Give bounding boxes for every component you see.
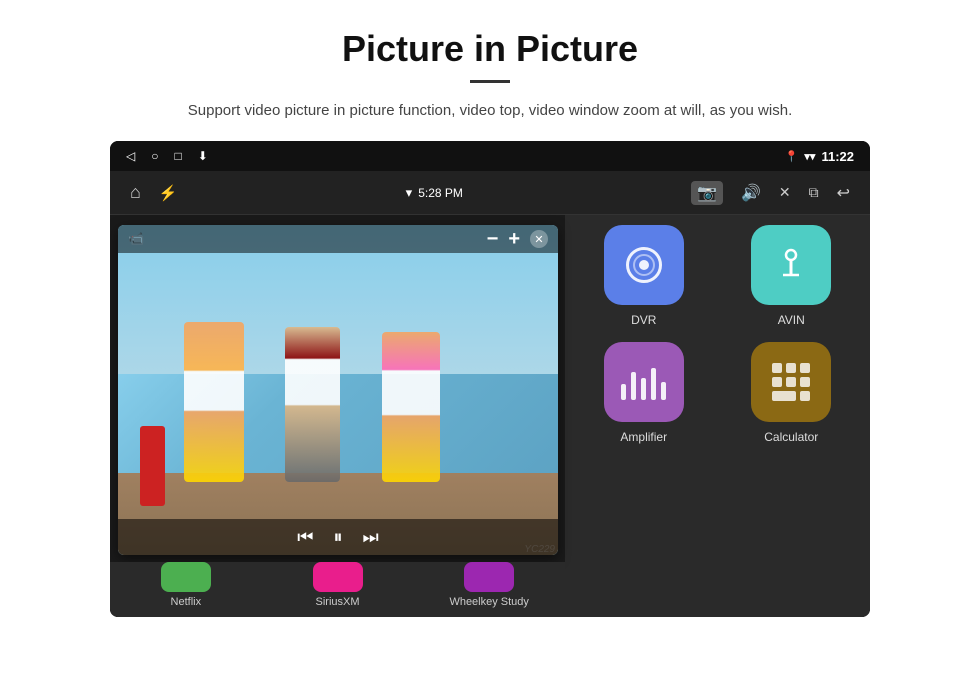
- recents-nav-icon[interactable]: □: [174, 149, 181, 163]
- app-item-avin[interactable]: AVIN: [728, 225, 856, 327]
- amp-bar-2: [631, 372, 636, 400]
- pip-icon[interactable]: ⧉: [809, 184, 819, 201]
- page-header: Picture in Picture Support video picture…: [0, 0, 980, 141]
- page-description: Support video picture in picture functio…: [60, 99, 920, 123]
- status-bar: ◁ ○ □ ⬇ 📍 ▾▾ 11:22: [110, 141, 870, 171]
- app-item-calculator[interactable]: Calculator: [728, 342, 856, 444]
- app-label-netflix: Netflix: [110, 562, 262, 617]
- pip-close-button[interactable]: ✕: [530, 230, 548, 248]
- avin-icon: [751, 225, 831, 305]
- pip-maximize-button[interactable]: +: [508, 229, 520, 249]
- avin-svg: [773, 247, 809, 283]
- avin-icon-inner: [773, 247, 809, 283]
- page-title: Picture in Picture: [60, 28, 920, 70]
- video-thumbnail: [118, 225, 558, 555]
- close-window-icon[interactable]: ✕: [779, 184, 791, 201]
- pip-window[interactable]: 📹 − + ✕: [118, 225, 558, 555]
- pip-pause-button[interactable]: ⏸: [334, 527, 343, 548]
- status-time: 11:22: [821, 149, 854, 164]
- app-item-amplifier[interactable]: Amplifier: [580, 342, 708, 444]
- dvr-circle: [626, 247, 662, 283]
- pip-area: 📹 − + ✕: [110, 215, 565, 617]
- pip-camera-icon: 📹: [128, 231, 144, 247]
- back-icon[interactable]: ↩: [837, 183, 850, 203]
- home-icon[interactable]: ⌂: [130, 182, 141, 203]
- calc-key-wide: [772, 391, 796, 401]
- pip-minimize-button[interactable]: −: [487, 229, 499, 249]
- pip-close-icon: ✕: [534, 233, 543, 246]
- apps-grid: DVR AVIN: [565, 215, 870, 617]
- download-icon: ⬇: [198, 149, 208, 163]
- person-3: [382, 332, 440, 482]
- dvr-icon: [604, 225, 684, 305]
- calculator-label: Calculator: [764, 430, 818, 444]
- amplifier-icon: [604, 342, 684, 422]
- pip-top-bar: 📹 − + ✕: [118, 225, 558, 253]
- pip-bottom-bar: ⏮ ⏸ ⏭: [118, 519, 558, 555]
- calculator-icon: [751, 342, 831, 422]
- calc-key-4: [772, 377, 782, 387]
- home-nav-icon[interactable]: ○: [151, 149, 158, 163]
- pip-next-button[interactable]: ⏭: [363, 527, 379, 548]
- amp-bar-5: [661, 382, 666, 400]
- left-app-labels: Netflix SiriusXM Wheelkey Study: [110, 562, 565, 617]
- amplifier-label: Amplifier: [620, 430, 667, 444]
- calc-key-3: [800, 363, 810, 373]
- back-nav-icon[interactable]: ◁: [126, 149, 135, 163]
- amp-bar-4: [651, 368, 656, 400]
- nav-center: ▾ 5:28 PM: [406, 185, 463, 201]
- avin-label: AVIN: [778, 313, 805, 327]
- calc-key-1: [772, 363, 782, 373]
- status-bar-left: ◁ ○ □ ⬇: [126, 149, 208, 163]
- amp-bar-1: [621, 384, 626, 400]
- volume-icon[interactable]: 🔊: [741, 183, 761, 203]
- calc-key-2: [786, 363, 796, 373]
- nav-time: 5:28 PM: [418, 186, 463, 200]
- wifi-nav-icon: ▾: [406, 185, 413, 201]
- app-item-dvr[interactable]: DVR: [580, 225, 708, 327]
- amp-icon-inner: [621, 364, 666, 400]
- location-icon: 📍: [785, 150, 799, 163]
- person-2: [285, 327, 340, 482]
- usb-icon[interactable]: ⚡: [159, 184, 178, 202]
- nav-right: 📷 🔊 ✕ ⧉ ↩: [691, 181, 850, 205]
- title-divider: [470, 80, 510, 83]
- amp-bar-3: [641, 378, 646, 400]
- calc-icon-inner: [768, 359, 814, 405]
- calc-key-7: [800, 391, 810, 401]
- calc-key-6: [800, 377, 810, 387]
- status-bar-right: 📍 ▾▾ 11:22: [785, 149, 854, 164]
- wifi-status-icon: ▾▾: [804, 150, 815, 163]
- main-content: 📹 − + ✕: [110, 215, 870, 617]
- nav-bar: ⌂ ⚡ ▾ 5:28 PM 📷 🔊 ✕ ⧉ ↩: [110, 171, 870, 215]
- dvr-dot: [639, 260, 649, 270]
- nav-left: ⌂ ⚡: [130, 182, 178, 203]
- pip-controls-top: − + ✕: [487, 229, 548, 249]
- app-label-wheelkey: Wheelkey Study: [413, 562, 565, 617]
- calc-key-5: [786, 377, 796, 387]
- app-label-siriusxm: SiriusXM: [262, 562, 414, 617]
- person-1: [184, 322, 244, 482]
- camera-icon[interactable]: 📷: [691, 181, 723, 205]
- device-frame: ◁ ○ □ ⬇ 📍 ▾▾ 11:22 ⌂ ⚡ ▾ 5:28 PM 📷 🔊 ✕ ⧉…: [110, 141, 870, 617]
- red-element: [140, 426, 165, 506]
- pip-prev-button[interactable]: ⏮: [297, 527, 313, 548]
- dvr-icon-inner: [626, 247, 662, 283]
- dvr-label: DVR: [631, 313, 656, 327]
